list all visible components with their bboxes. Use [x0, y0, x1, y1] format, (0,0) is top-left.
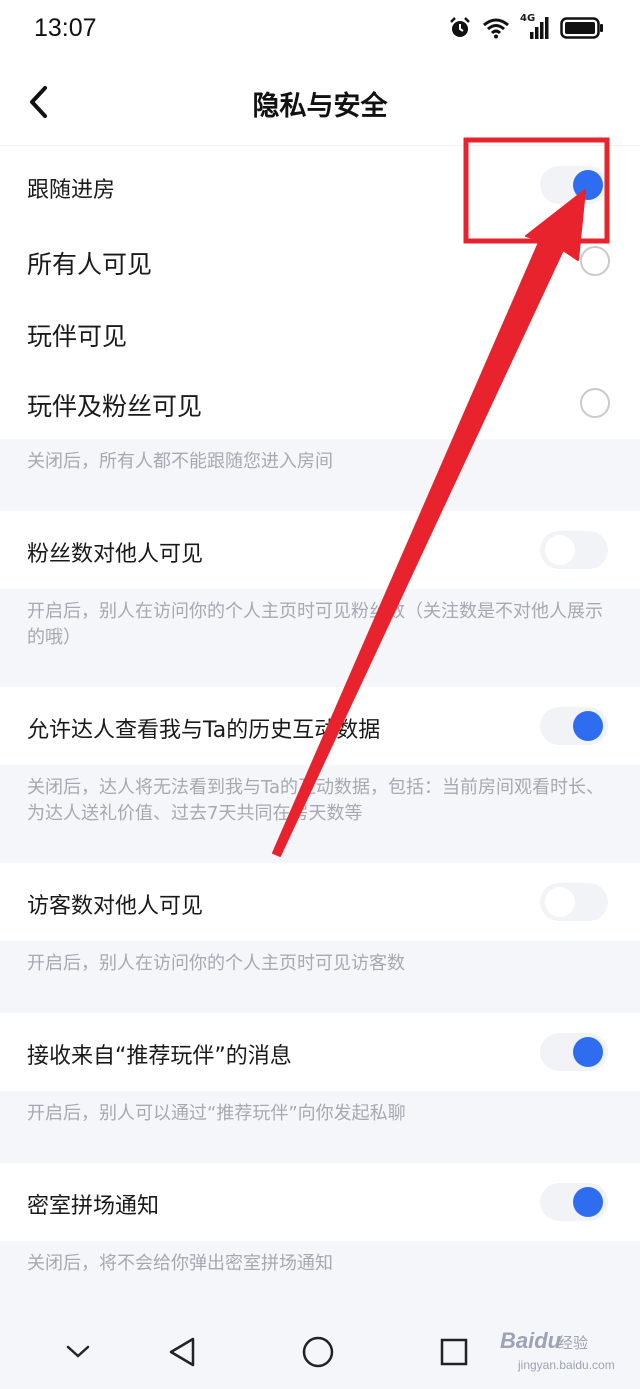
history-data-hint-block: 关闭后，达人将无法看到我与Ta的互动数据，包括：当前房间观看时长、为达人送礼价值…: [0, 765, 640, 863]
hint-text: 开启后，别人在访问你的个人主页时可见访客数: [27, 953, 405, 974]
hint-text: 开启后，别人可以通过“推荐玩伴”向你发起私聊: [27, 1103, 406, 1124]
setting-label: 接收来自“推荐玩伴”的消息: [27, 1044, 292, 1069]
battery-icon: [560, 17, 603, 39]
setting-label: 粉丝数对他人可见: [27, 542, 204, 567]
setting-row-visitors-visible: 访客数对他人可见: [0, 863, 640, 941]
recommend-msg-toggle[interactable]: [540, 1033, 608, 1071]
fans-visible-hint-block: 开启后，别人在访问你的个人主页时可见粉丝数（关注数是不对他人展示的哦）: [0, 589, 640, 687]
option-row-partners[interactable]: 玩伴可见: [0, 297, 640, 367]
follow-room-toggle[interactable]: [540, 166, 608, 204]
setting-label: 访客数对他人可见: [27, 894, 204, 919]
watermark-brand: Baidu: [500, 1328, 562, 1353]
radio-partners-fans[interactable]: [580, 388, 610, 418]
status-bar: 13:07 4G: [0, 0, 640, 56]
toggle-knob: [573, 1187, 603, 1217]
setting-row-fans-visible: 粉丝数对他人可见: [0, 511, 640, 589]
chevron-down-icon: [66, 1345, 90, 1358]
toggle-knob: [573, 170, 603, 200]
option-label: 玩伴及粉丝可见: [27, 392, 203, 421]
hint-text: 关闭后，将不会给你弹出密室拼场通知: [27, 1253, 333, 1274]
visitors-visible-toggle[interactable]: [540, 883, 608, 921]
option-label: 玩伴可见: [27, 322, 128, 351]
toggle-knob: [573, 1037, 603, 1067]
nav-collapse-button[interactable]: [56, 1330, 100, 1374]
setting-label: 密室拼场通知: [27, 1194, 160, 1219]
setting-row-recommend-msg: 接收来自“推荐玩伴”的消息: [0, 1013, 640, 1091]
escape-room-hint-block: 关闭后，将不会给你弹出密室拼场通知: [0, 1241, 640, 1312]
radio-everyone[interactable]: [580, 246, 610, 276]
recommend-msg-hint-block: 开启后，别人可以通过“推荐玩伴”向你发起私聊: [0, 1091, 640, 1163]
option-row-everyone[interactable]: 所有人可见: [0, 225, 640, 297]
setting-label: 允许达人查看我与Ta的历史互动数据: [27, 718, 381, 743]
visitors-visible-hint-block: 开启后，别人在访问你的个人主页时可见访客数: [0, 941, 640, 1013]
setting-row-escape-room: 密室拼场通知: [0, 1163, 640, 1241]
follow-room-hint-block: 关闭后，所有人都不能跟随您进入房间: [0, 439, 640, 511]
back-triangle-icon: [169, 1337, 195, 1367]
status-icons: 4G: [448, 12, 604, 44]
nav-recents-button[interactable]: [432, 1330, 476, 1374]
follow-room-label: 跟随进房: [27, 178, 116, 203]
option-row-partners-fans[interactable]: 玩伴及粉丝可见: [0, 367, 640, 439]
watermark-sub: 经验: [558, 1334, 589, 1352]
escape-room-toggle[interactable]: [540, 1183, 608, 1221]
toggle-knob: [545, 535, 575, 565]
status-time: 13:07: [34, 14, 97, 42]
fans-visible-toggle[interactable]: [540, 531, 608, 569]
nav-home-button[interactable]: [296, 1330, 340, 1374]
toggle-knob: [545, 887, 575, 917]
system-nav-bar: Baidu 经验 jingyan.baidu.com: [0, 1312, 640, 1389]
hint-text: 开启后，别人在访问你的个人主页时可见粉丝数（关注数是不对他人展示的哦）: [27, 601, 603, 648]
nav-back-button[interactable]: [160, 1330, 204, 1374]
option-label: 所有人可见: [27, 250, 153, 279]
setting-row-history-data: 允许达人查看我与Ta的历史互动数据: [0, 687, 640, 765]
alarm-icon: [450, 17, 470, 37]
recents-square-icon: [440, 1338, 468, 1366]
home-circle-icon: [302, 1336, 334, 1368]
baidu-watermark: Baidu 经验 jingyan.baidu.com: [500, 1322, 615, 1380]
watermark-url: jingyan.baidu.com: [518, 1358, 615, 1372]
history-data-toggle[interactable]: [540, 707, 608, 745]
nav-bar: 隐私与安全: [0, 56, 640, 146]
toggle-knob: [573, 711, 603, 741]
page-title: 隐私与安全: [252, 91, 388, 122]
signal-icon: 4G: [520, 13, 550, 41]
hint-text: 关闭后，所有人都不能跟随您进入房间: [27, 451, 333, 472]
wifi-icon: [483, 18, 509, 39]
hint-text: 关闭后，达人将无法看到我与Ta的互动数据，包括：当前房间观看时长、为达人送礼价值…: [27, 777, 605, 824]
